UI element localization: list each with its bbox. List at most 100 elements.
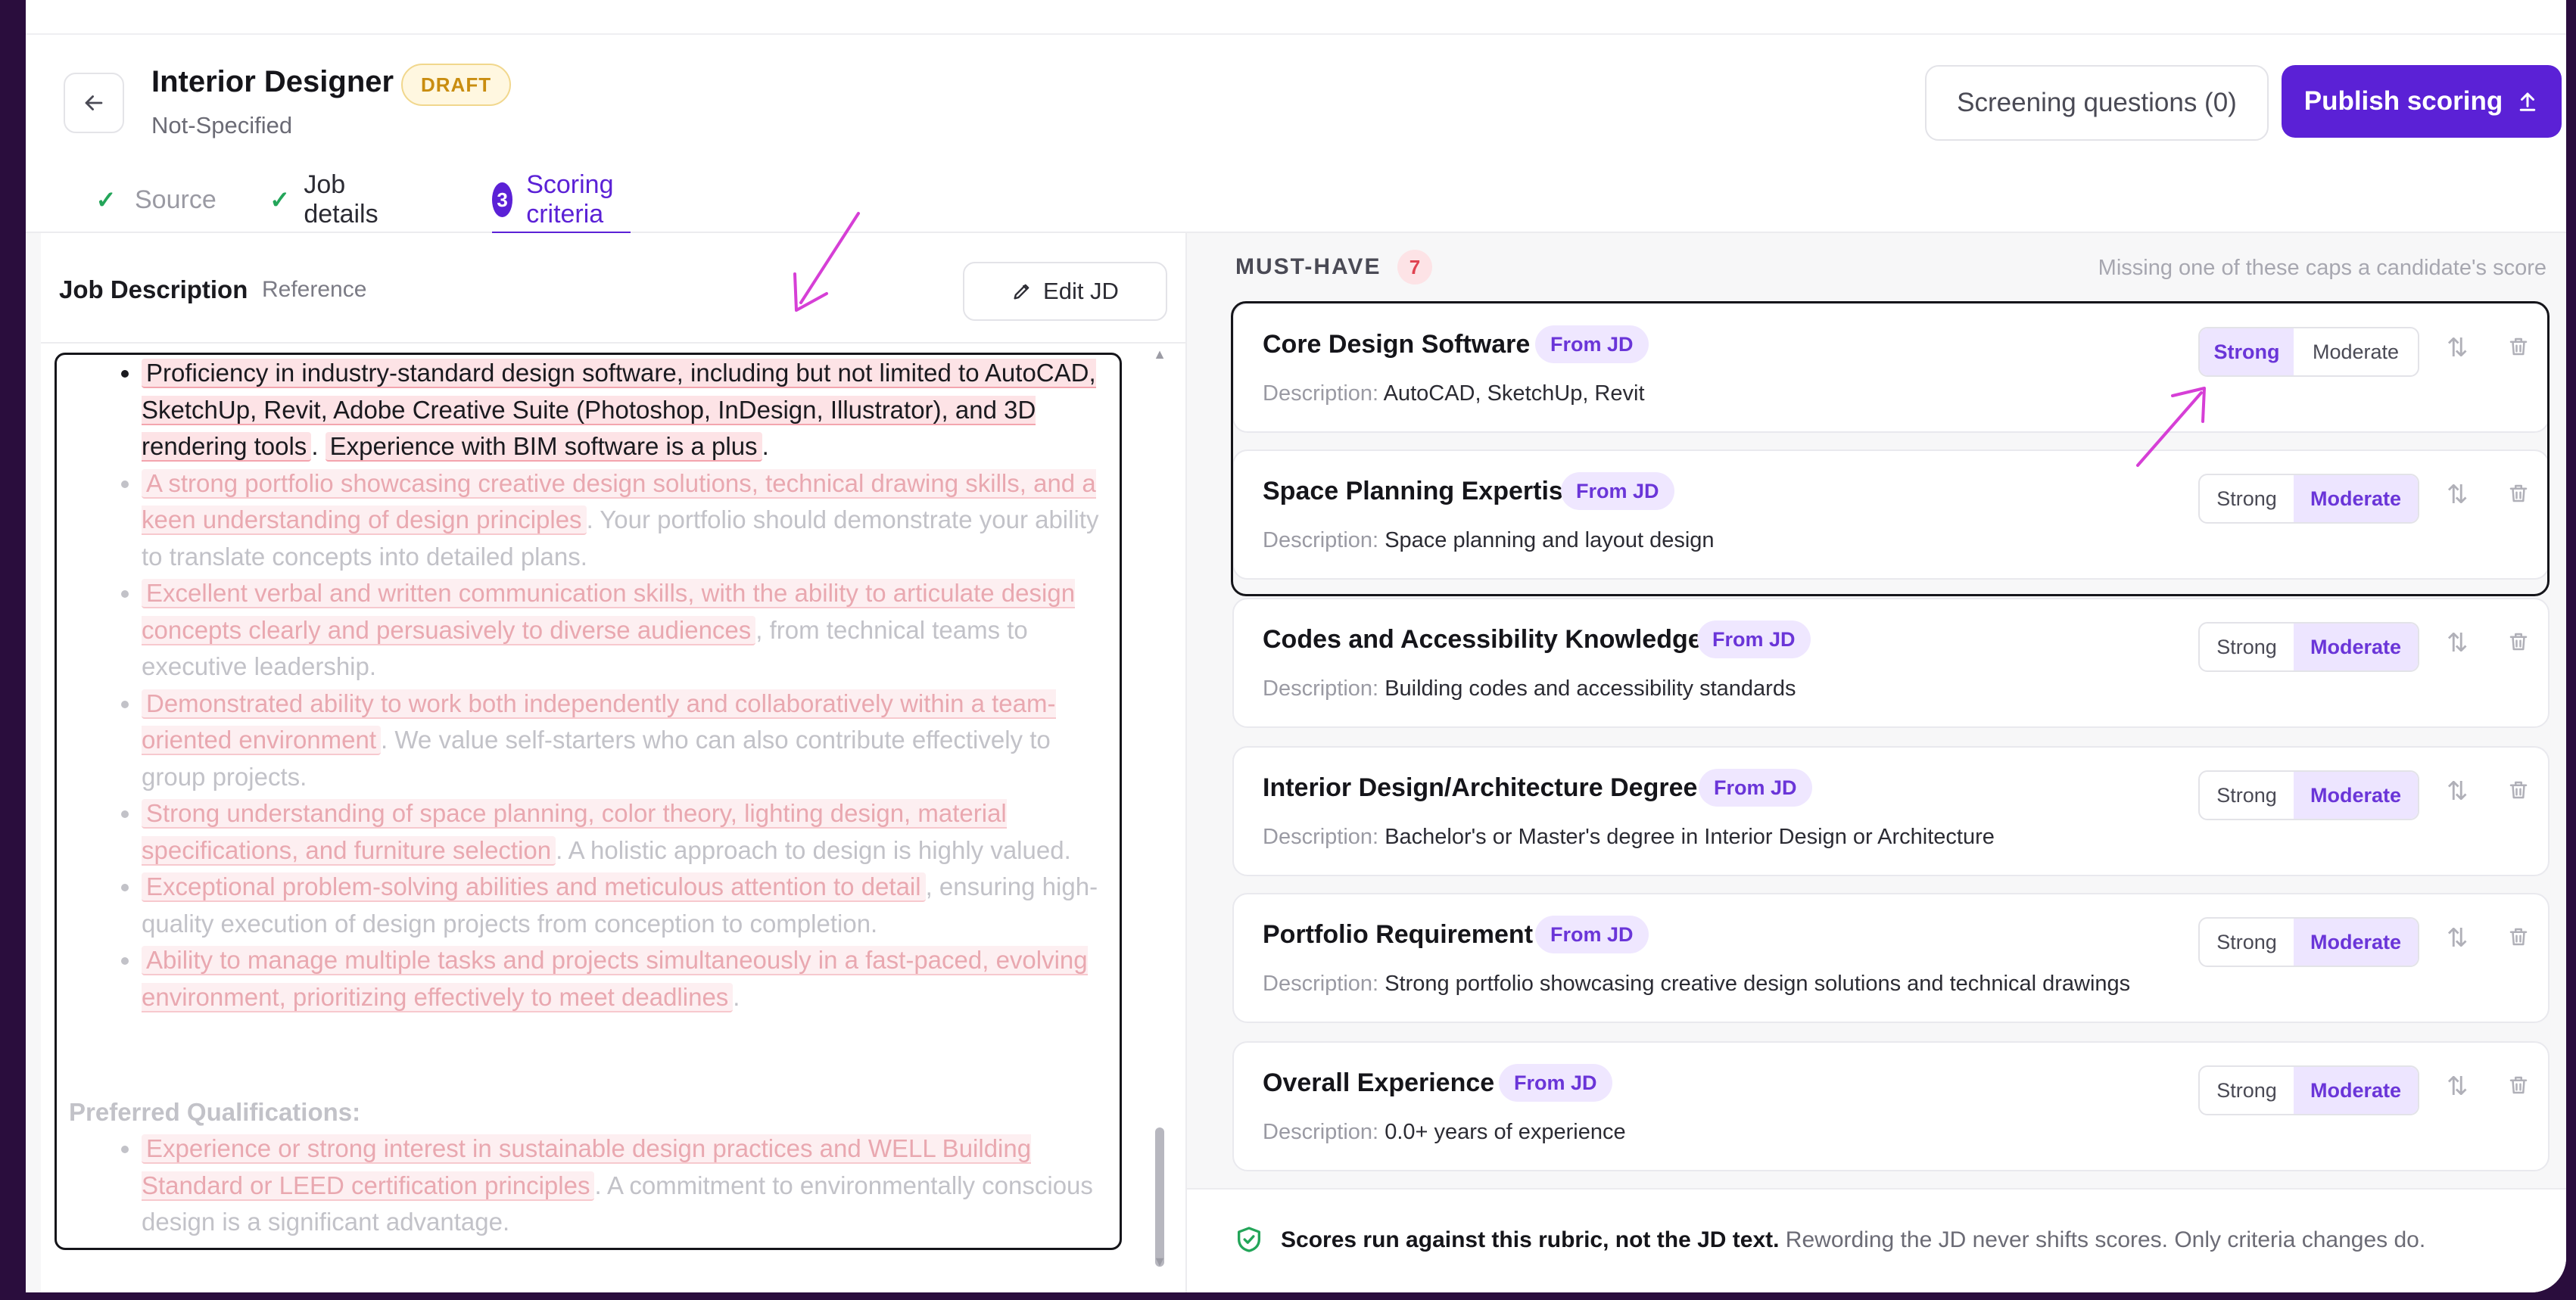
- description-label: Description:: [1263, 972, 1379, 996]
- back-button[interactable]: [64, 73, 124, 133]
- moderate-option[interactable]: Moderate: [2294, 624, 2418, 670]
- weight-toggle[interactable]: Strong Moderate: [2198, 622, 2419, 672]
- jd-bullet: Experience or strong interest in sustain…: [142, 1131, 1120, 1241]
- strong-option[interactable]: Strong: [2200, 328, 2294, 375]
- criteria-count-badge: 7: [1397, 250, 1432, 285]
- trash-icon[interactable]: [2507, 481, 2530, 512]
- page-title: Interior Designer: [151, 65, 394, 98]
- jd-bullet: Excellent verbal and written communicati…: [142, 575, 1120, 686]
- trash-icon[interactable]: [2507, 630, 2530, 660]
- scoring-criteria-panel: MUST-HAVE 7 Missing one of these caps a …: [1187, 233, 2566, 1292]
- from-jd-tag: From JD: [1697, 620, 1811, 658]
- reorder-icon[interactable]: ⇅: [2447, 628, 2469, 658]
- criterion-description: Description: AutoCAD, SketchUp, Revit: [1263, 381, 1645, 406]
- jd-text: .: [733, 982, 740, 1011]
- description-text: 0.0+ years of experience: [1385, 1120, 1626, 1144]
- footer-message: Scores run against this rubric, not the …: [1281, 1227, 2425, 1253]
- criterion-title: Space Planning Expertise: [1263, 477, 1578, 505]
- job-description-panel: Job Description Reference Edit JD Profic…: [41, 233, 1187, 1292]
- reorder-icon[interactable]: ⇅: [2447, 776, 2469, 807]
- publish-scoring-label: Publish scoring: [2303, 86, 2503, 116]
- description-label: Description:: [1263, 528, 1379, 552]
- trash-icon[interactable]: [2507, 778, 2530, 808]
- footer-rest-text: Rewording the JD never shifts scores. On…: [1779, 1227, 2426, 1252]
- jd-bullet: Exceptional problem-solving abilities an…: [142, 869, 1120, 942]
- weight-toggle[interactable]: Strong Moderate: [2198, 917, 2419, 967]
- jd-bullet: A strong portfolio showcasing creative d…: [142, 465, 1120, 576]
- step-label: Scoring criteria: [526, 170, 614, 229]
- description-label: Description:: [1263, 676, 1379, 701]
- description-text: Space planning and layout design: [1385, 528, 1715, 552]
- jd-bullet: Demonstrated ability to work both indepe…: [142, 686, 1120, 796]
- description-text: Bachelor's or Master's degree in Interio…: [1385, 825, 1995, 849]
- moderate-option[interactable]: Moderate: [2294, 475, 2418, 522]
- edit-jd-button[interactable]: Edit JD: [963, 262, 1167, 321]
- strong-option[interactable]: Strong: [2200, 772, 2294, 819]
- trash-icon[interactable]: [2507, 1073, 2530, 1103]
- description-label: Description:: [1263, 825, 1379, 849]
- jd-text-viewer[interactable]: Proficiency in industry-standard design …: [55, 353, 1122, 1250]
- criterion-card[interactable]: Interior Design/Architecture Degree From …: [1232, 746, 2550, 876]
- moderate-option[interactable]: Moderate: [2294, 772, 2418, 819]
- weight-toggle[interactable]: Strong Moderate: [2198, 1065, 2419, 1115]
- criterion-card[interactable]: Codes and Accessibility Knowledge From JD…: [1232, 598, 2550, 728]
- jd-highlight: Ability to manage multiple tasks and pro…: [142, 946, 1088, 1012]
- preferred-qualifications-heading: Preferred Qualifications:: [69, 1098, 361, 1126]
- screening-questions-button[interactable]: Screening questions (0): [1925, 65, 2269, 141]
- criterion-title: Portfolio Requirement: [1263, 920, 1534, 949]
- publish-scoring-button[interactable]: Publish scoring: [2282, 65, 2562, 138]
- trash-icon[interactable]: [2507, 925, 2530, 955]
- panel-divider: [41, 342, 1185, 344]
- scroll-up-icon[interactable]: ▲: [1152, 347, 1167, 362]
- weight-toggle[interactable]: Strong Moderate: [2198, 770, 2419, 820]
- step-label: Job details: [304, 170, 378, 229]
- scroll-thumb[interactable]: [1155, 1127, 1164, 1267]
- strong-option[interactable]: Strong: [2200, 475, 2294, 522]
- upload-icon: [2520, 92, 2536, 111]
- criterion-description: Description: 0.0+ years of experience: [1263, 1120, 1626, 1145]
- criterion-description: Description: Building codes and accessib…: [1263, 676, 1796, 701]
- criterion-card[interactable]: Core Design Software From JD Description: …: [1232, 303, 2550, 433]
- jd-text: .: [311, 432, 326, 460]
- strong-option[interactable]: Strong: [2200, 1067, 2294, 1114]
- jd-bullet: Proficiency in industry-standard design …: [142, 355, 1120, 465]
- jd-requirements-list: Proficiency in industry-standard design …: [57, 355, 1120, 1015]
- description-text: AutoCAD, SketchUp, Revit: [1383, 381, 1645, 406]
- arrow-left-icon: [85, 95, 103, 110]
- step-source[interactable]: ✓ Source: [91, 168, 216, 232]
- section-note: Missing one of these caps a candidate's …: [2098, 256, 2546, 280]
- description-label: Description:: [1263, 1120, 1379, 1144]
- step-job-details[interactable]: ✓ Job details: [269, 168, 388, 232]
- weight-toggle[interactable]: Strong Moderate: [2198, 327, 2419, 377]
- trash-icon[interactable]: [2507, 334, 2530, 365]
- criterion-card[interactable]: Overall Experience From JD Description: 0.…: [1232, 1041, 2550, 1171]
- jd-content: Proficiency in industry-standard design …: [57, 355, 1120, 1241]
- reorder-icon[interactable]: ⇅: [2447, 1071, 2469, 1102]
- check-icon: ✓: [269, 186, 291, 213]
- panel-subtitle: Reference: [262, 277, 367, 302]
- reorder-icon[interactable]: ⇅: [2447, 480, 2469, 510]
- status-badge: DRAFT: [401, 64, 512, 106]
- description-text: Strong portfolio showcasing creative des…: [1385, 972, 2131, 996]
- moderate-option[interactable]: Moderate: [2294, 919, 2418, 966]
- moderate-option[interactable]: Moderate: [2294, 328, 2418, 375]
- jd-text: . A holistic approach to design is highl…: [556, 835, 1071, 864]
- jd-highlight: Exceptional problem-solving abilities an…: [142, 872, 926, 902]
- criterion-card[interactable]: Portfolio Requirement From JD Description:…: [1232, 893, 2550, 1023]
- check-icon: ✓: [95, 186, 117, 213]
- top-header: Interior Designer DRAFT Not-Specified Sc…: [26, 0, 2566, 235]
- strong-option[interactable]: Strong: [2200, 919, 2294, 966]
- moderate-option[interactable]: Moderate: [2294, 1067, 2418, 1114]
- criterion-description: Description: Strong portfolio showcasing…: [1263, 972, 2130, 997]
- criterion-title: Core Design Software: [1263, 330, 1531, 359]
- scrollbar[interactable]: ▲ ▼: [1152, 347, 1167, 1270]
- from-jd-tag: From JD: [1699, 769, 1812, 807]
- step-scoring-criteria[interactable]: 3 Scoring criteria: [492, 168, 631, 235]
- reorder-icon[interactable]: ⇅: [2447, 923, 2469, 953]
- weight-toggle[interactable]: Strong Moderate: [2198, 474, 2419, 524]
- strong-option[interactable]: Strong: [2200, 624, 2294, 670]
- criterion-card[interactable]: Space Planning Expertise From JD Descripti…: [1232, 449, 2550, 580]
- reorder-icon[interactable]: ⇅: [2447, 333, 2469, 363]
- jd-bullet: Ability to manage multiple tasks and pro…: [142, 942, 1120, 1015]
- scroll-down-icon[interactable]: ▼: [1152, 1254, 1167, 1270]
